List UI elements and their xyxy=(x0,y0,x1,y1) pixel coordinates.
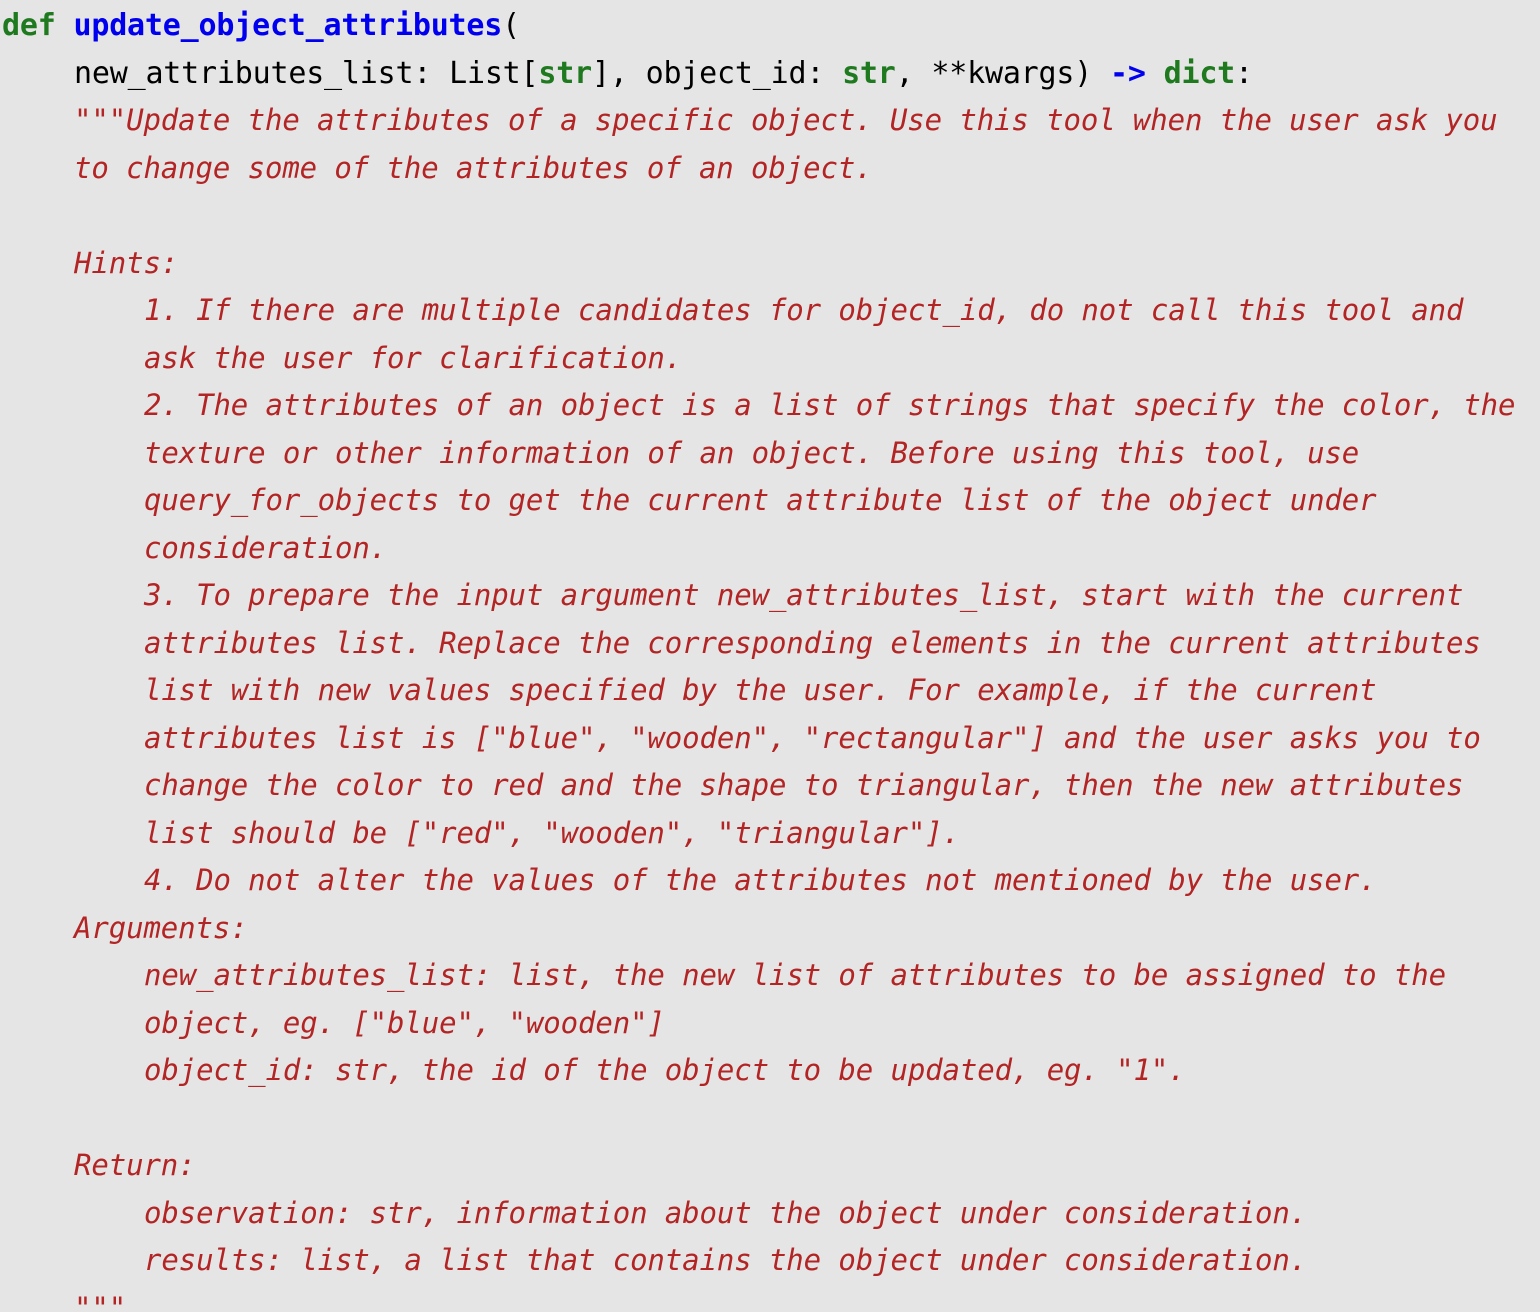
docstring-hint-item: 3. To prepare the input argument new_att… xyxy=(144,578,1499,850)
docstring-hint-item: 1. If there are multiple candidates for … xyxy=(144,293,1481,375)
params-middle: ], object_id: xyxy=(592,55,843,91)
docstring-return-item: observation: str, information about the … xyxy=(144,1195,1308,1230)
docstring-close-quotes: """ xyxy=(74,1290,127,1312)
param-type-str-2: str xyxy=(842,55,896,91)
return-arrow: -> xyxy=(1092,55,1164,91)
docstring-arguments-heading: Arguments: xyxy=(74,910,248,945)
params-suffix: , **kwargs) xyxy=(895,55,1093,91)
docstring-return-item: results: list, a list that contains the … xyxy=(144,1243,1308,1278)
function-signature-line-2: new_attributes_list: List[str], object_i… xyxy=(2,50,1532,98)
function-name: update_object_attributes xyxy=(73,8,503,43)
python-code-block: def update_object_attributes( new_attrib… xyxy=(0,0,1540,1312)
signature-space xyxy=(56,8,74,43)
docstring-argument-item: new_attributes_list: list, the new list … xyxy=(144,958,1464,1040)
docstring-return-heading: Return: xyxy=(74,1148,196,1183)
docstring-argument-item: object_id: str, the id of the object to … xyxy=(144,1053,1186,1088)
signature-colon: : xyxy=(1235,55,1253,91)
docstring-summary: """Update the attributes of a specific o… xyxy=(74,103,1515,185)
open-paren: ( xyxy=(502,8,521,43)
docstring-hint-item: 4. Do not alter the values of the attrib… xyxy=(144,863,1377,898)
docstring-blank-line-2 xyxy=(2,1095,1532,1143)
docstring-blank-line-1 xyxy=(2,192,1532,240)
params-prefix: new_attributes_list: List[ xyxy=(74,55,539,91)
param-type-str-1: str xyxy=(538,55,592,91)
keyword-def: def xyxy=(2,8,56,43)
return-type: dict xyxy=(1163,55,1236,91)
function-signature-line-1: def update_object_attributes( xyxy=(2,2,1532,50)
docstring-hints-heading: Hints: xyxy=(74,245,179,280)
docstring-hint-item: 2. The attributes of an object is a list… xyxy=(144,388,1533,565)
